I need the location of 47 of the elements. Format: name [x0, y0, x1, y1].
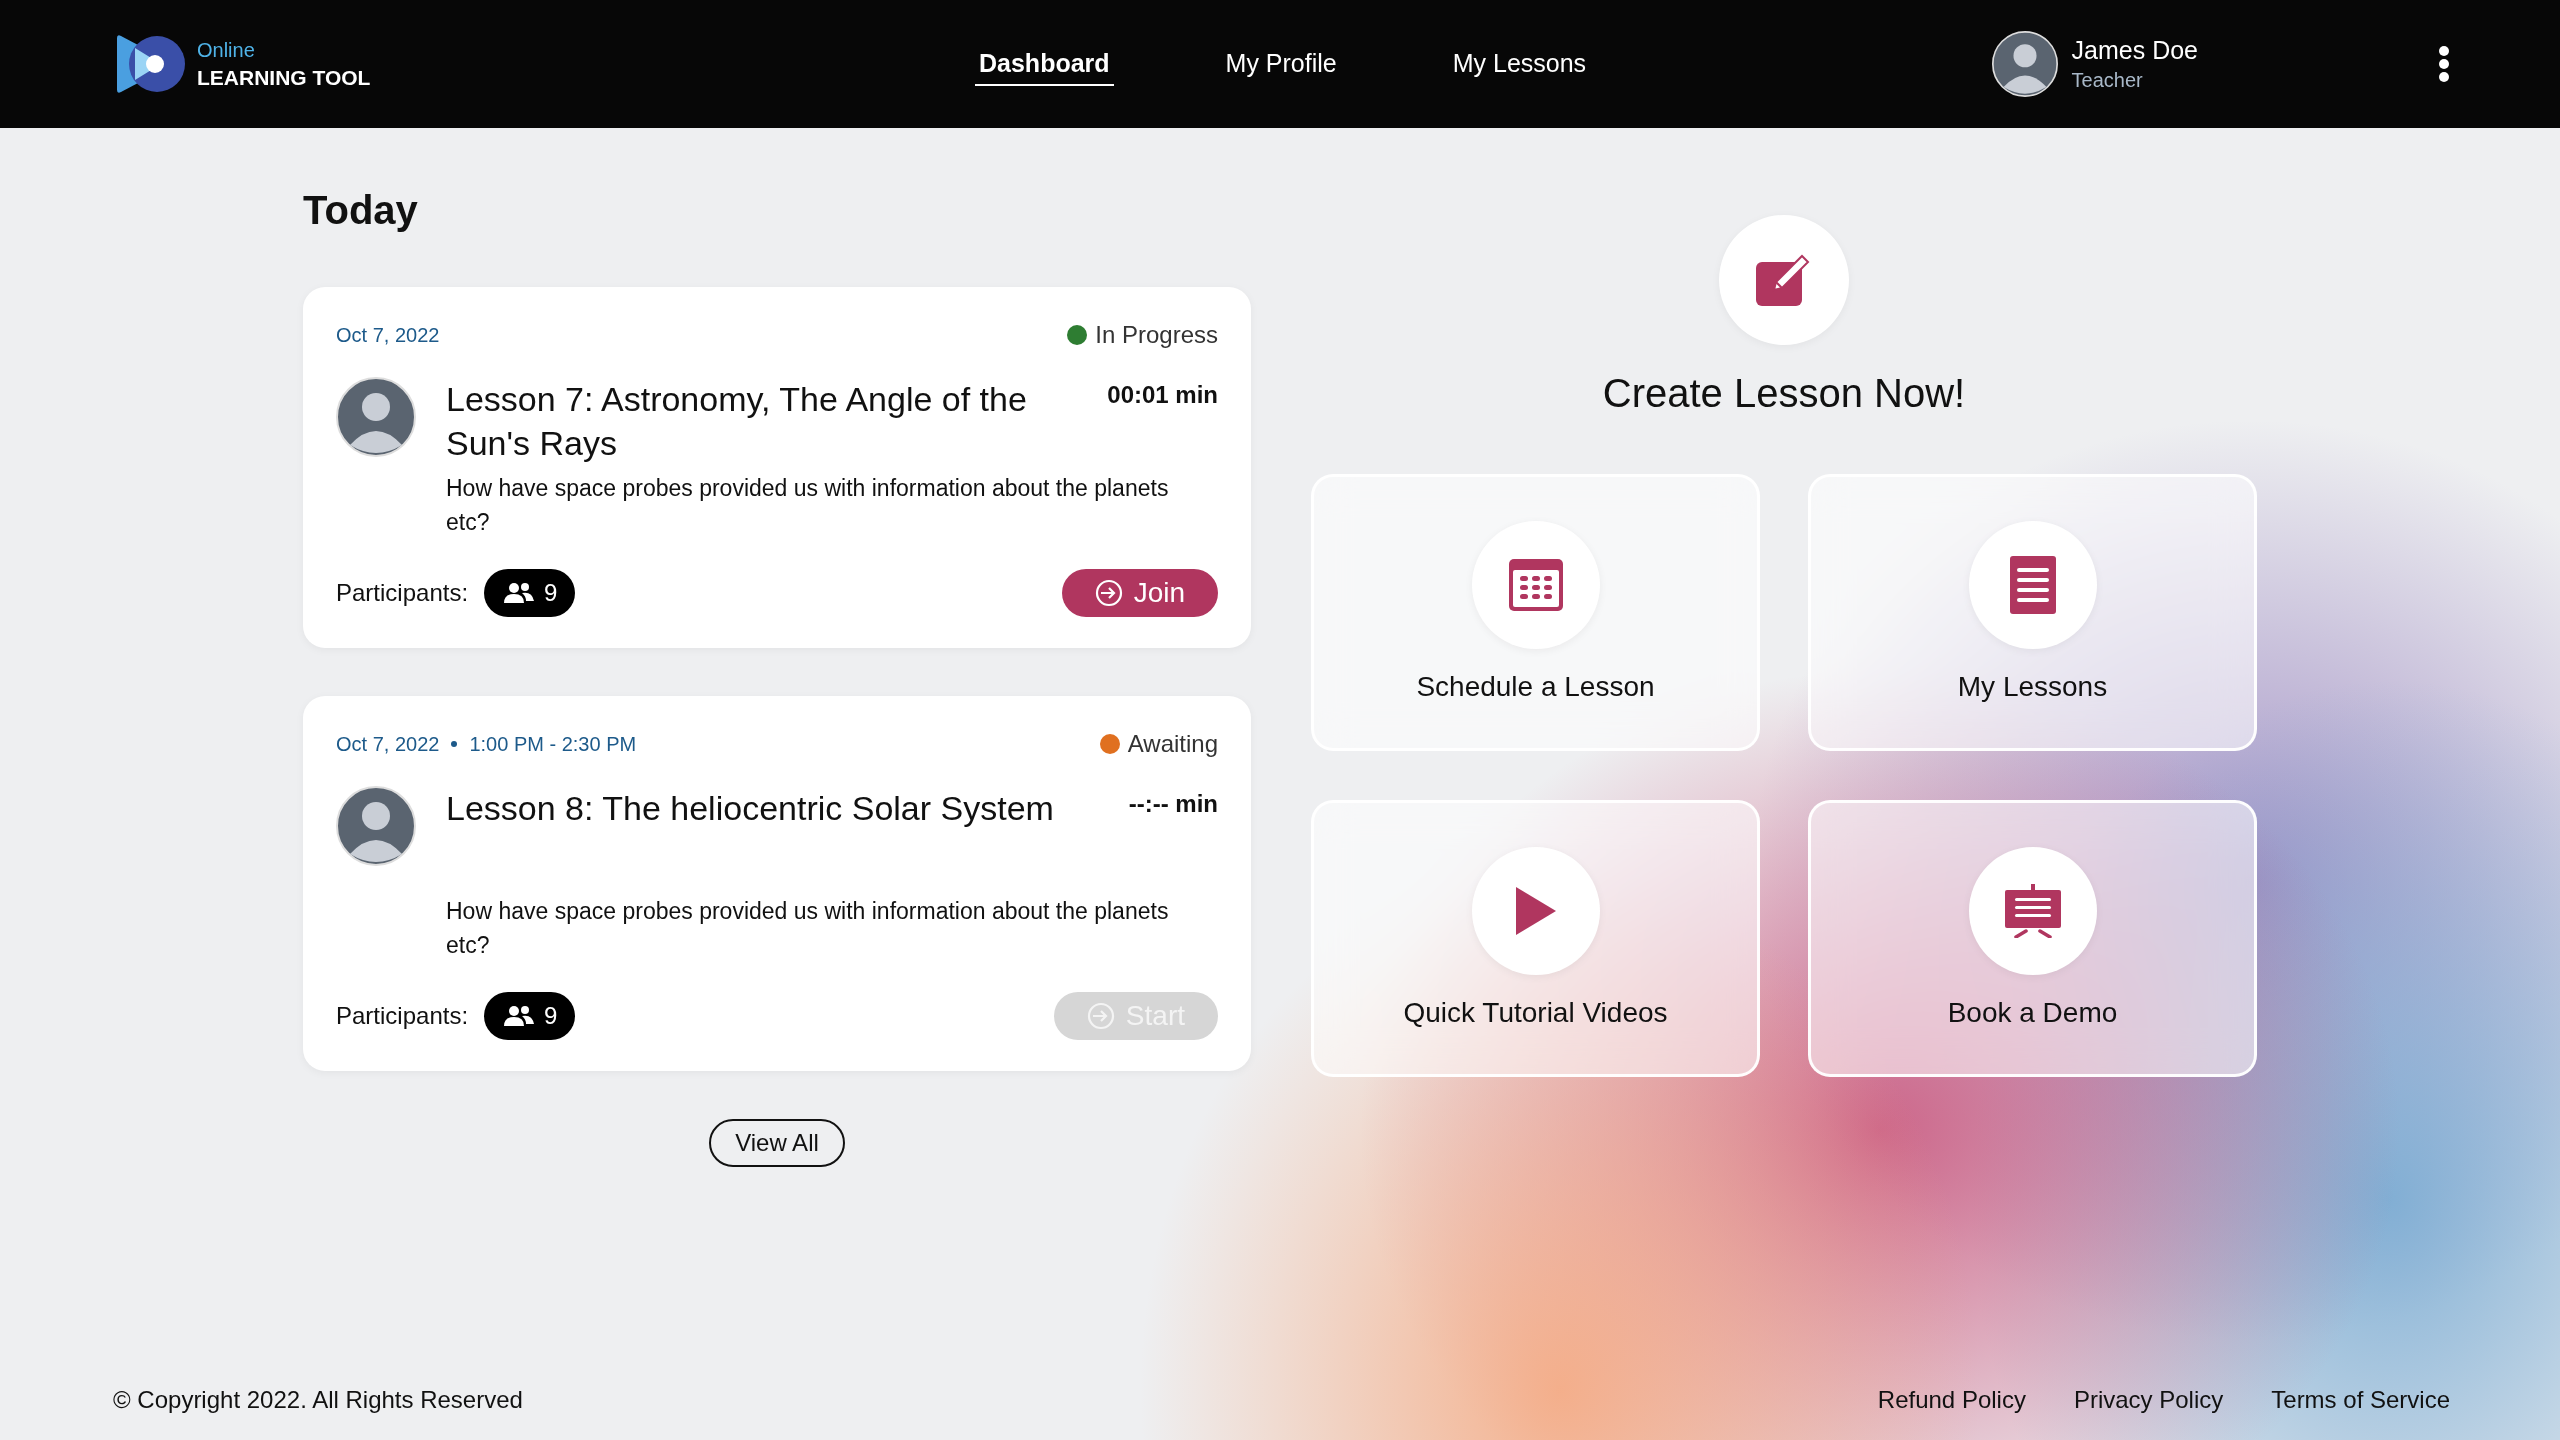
- lesson-description: How have space probes provided us with information about the planets etc?: [446, 897, 1170, 960]
- edit-icon: [1756, 254, 1812, 306]
- lesson-status: Awaiting: [1127, 730, 1218, 758]
- presentation-board-icon: [2003, 884, 2062, 938]
- section-title: Today: [303, 187, 419, 234]
- lesson-title: Lesson 8: The heliocentric Solar System: [446, 788, 1054, 829]
- user-name: James Doe: [2071, 36, 2198, 65]
- lesson-description: How have space probes provided us with information about the planets etc?: [446, 474, 1170, 537]
- copyright-text: © Copyright 2022. All Rights Reserved: [113, 1386, 523, 1414]
- enter-icon: [1093, 578, 1124, 608]
- lesson-status: In Progress: [1095, 321, 1218, 349]
- user-avatar: [1991, 31, 2058, 97]
- more-menu-icon[interactable]: [2438, 45, 2450, 83]
- footer-link[interactable]: Privacy Policy: [2073, 1386, 2224, 1414]
- participants-badge: 9: [484, 992, 576, 1040]
- nav-tab[interactable]: Dashboard: [975, 42, 1114, 86]
- lesson-date: Oct 7, 2022: [336, 732, 440, 756]
- action-tile[interactable]: Quick Tutorial Videos: [1311, 800, 1760, 1077]
- participants-label: Participants:: [336, 579, 469, 607]
- create-lesson-title: Create Lesson Now!: [1602, 371, 1966, 416]
- lesson-title: Lesson 7: Astronomy, The Angle of the Sun's Rays: [446, 379, 1028, 464]
- lesson-date: Oct 7, 2022: [336, 323, 440, 347]
- logo-icon: [115, 34, 187, 94]
- participants-label: Participants:: [336, 1002, 469, 1030]
- people-icon: [504, 582, 535, 604]
- calendar-icon: [1507, 558, 1564, 612]
- separator-dot: [451, 741, 458, 747]
- action-tile[interactable]: Schedule a Lesson: [1311, 474, 1760, 751]
- enter-icon: [1085, 1001, 1116, 1031]
- nav-tab[interactable]: My Lessons: [1448, 42, 1591, 86]
- user-role: Teacher: [2071, 69, 2144, 92]
- footer-link[interactable]: Terms of Service: [2271, 1386, 2450, 1414]
- play-icon: [1514, 886, 1557, 936]
- logo-text: Online: [197, 38, 256, 62]
- view-all-button[interactable]: View All: [709, 1119, 845, 1167]
- lesson-duration: 00:01 min: [1107, 381, 1218, 409]
- action-tile[interactable]: Book a Demo: [1808, 800, 2257, 1077]
- action-button[interactable]: Join: [1061, 569, 1218, 617]
- logo-title: LEARNING TOOL: [197, 65, 371, 90]
- people-icon: [504, 1005, 535, 1027]
- footer-link[interactable]: Refund Policy: [1877, 1386, 2026, 1414]
- nav-tab[interactable]: My Profile: [1221, 42, 1341, 86]
- document-icon: [2009, 556, 2056, 614]
- participants-badge: 9: [484, 569, 576, 617]
- lesson-time: 1:00 PM - 2:30 PM: [469, 732, 637, 756]
- action-tile[interactable]: My Lessons: [1808, 474, 2257, 751]
- lesson-duration: --:-- min: [1128, 790, 1218, 818]
